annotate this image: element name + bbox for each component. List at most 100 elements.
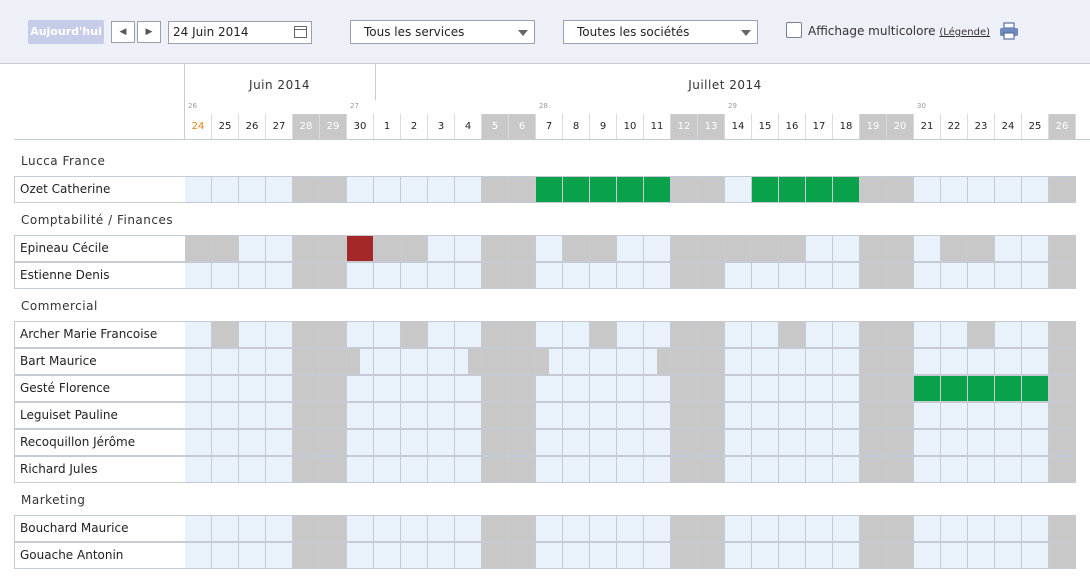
day-cell[interactable] <box>806 176 833 203</box>
day-cell[interactable] <box>509 348 536 375</box>
multicolor-checkbox[interactable] <box>786 22 802 38</box>
day-cell[interactable] <box>239 262 266 289</box>
day-cell[interactable] <box>617 176 644 203</box>
day-cell[interactable] <box>860 235 887 262</box>
day-cell[interactable] <box>293 235 320 262</box>
day-cell[interactable] <box>428 375 455 402</box>
day-cell[interactable] <box>563 429 590 456</box>
day-cell[interactable] <box>590 235 617 262</box>
day-cell[interactable] <box>617 321 644 348</box>
next-button[interactable]: ▶ <box>137 21 161 43</box>
day-cell[interactable] <box>698 402 725 429</box>
day-cell[interactable] <box>266 348 293 375</box>
day-cell[interactable] <box>671 176 698 203</box>
day-cell[interactable] <box>374 542 401 569</box>
day-cell[interactable] <box>482 176 509 203</box>
day-cell[interactable] <box>536 456 563 483</box>
day-cell[interactable] <box>779 262 806 289</box>
day-cell[interactable] <box>806 429 833 456</box>
day-cell[interactable] <box>698 542 725 569</box>
day-cell[interactable] <box>725 235 752 262</box>
day-cell[interactable] <box>806 515 833 542</box>
day-cell[interactable] <box>995 321 1022 348</box>
day-cell[interactable] <box>563 321 590 348</box>
day-cell[interactable] <box>212 542 239 569</box>
day-cell[interactable] <box>806 456 833 483</box>
day-cell[interactable] <box>185 429 212 456</box>
day-cell[interactable] <box>563 176 590 203</box>
day-cell[interactable] <box>914 262 941 289</box>
day-cell[interactable] <box>833 348 860 375</box>
day-cell[interactable] <box>185 348 212 375</box>
day-cell[interactable] <box>1049 348 1076 375</box>
day-cell[interactable] <box>428 262 455 289</box>
day-cell[interactable] <box>860 429 887 456</box>
day-cell[interactable] <box>239 235 266 262</box>
day-cell[interactable] <box>725 262 752 289</box>
previous-button[interactable]: ◀ <box>111 21 135 43</box>
day-cell[interactable] <box>401 402 428 429</box>
day-cell[interactable] <box>347 429 374 456</box>
day-cell[interactable] <box>590 456 617 483</box>
day-cell[interactable] <box>293 176 320 203</box>
day-cell[interactable] <box>698 429 725 456</box>
day-cell[interactable] <box>941 542 968 569</box>
day-cell[interactable] <box>833 515 860 542</box>
day-cell[interactable] <box>320 176 347 203</box>
day-cell[interactable] <box>374 375 401 402</box>
day-cell[interactable] <box>1049 515 1076 542</box>
day-cell[interactable] <box>968 429 995 456</box>
day-cell[interactable] <box>860 542 887 569</box>
employee-name[interactable]: Gesté Florence <box>14 375 185 402</box>
day-cell[interactable] <box>995 429 1022 456</box>
day-cell[interactable] <box>1022 542 1049 569</box>
day-cell[interactable] <box>428 542 455 569</box>
day-cell[interactable] <box>1022 515 1049 542</box>
day-cell[interactable] <box>833 456 860 483</box>
day-cell[interactable] <box>1022 348 1049 375</box>
day-cell[interactable] <box>887 429 914 456</box>
day-cell[interactable] <box>212 402 239 429</box>
day-cell[interactable] <box>320 348 347 375</box>
day-cell[interactable] <box>266 402 293 429</box>
day-cell[interactable] <box>320 515 347 542</box>
day-cell[interactable] <box>401 235 428 262</box>
day-cell[interactable] <box>401 348 428 375</box>
day-cell[interactable] <box>617 375 644 402</box>
day-cell[interactable] <box>833 235 860 262</box>
day-cell[interactable] <box>887 456 914 483</box>
day-cell[interactable] <box>401 321 428 348</box>
day-cell[interactable] <box>509 176 536 203</box>
day-cell[interactable] <box>860 176 887 203</box>
day-cell[interactable] <box>617 402 644 429</box>
day-cell[interactable] <box>293 348 320 375</box>
day-cell[interactable] <box>1022 176 1049 203</box>
day-cell[interactable] <box>779 542 806 569</box>
date-input[interactable]: 24 Juin 2014 <box>168 21 312 44</box>
day-cell[interactable] <box>995 348 1022 375</box>
day-cell[interactable] <box>806 542 833 569</box>
day-cell[interactable] <box>509 429 536 456</box>
day-cell[interactable] <box>509 262 536 289</box>
day-cell[interactable] <box>590 375 617 402</box>
day-cell[interactable] <box>617 262 644 289</box>
day-cell[interactable] <box>671 402 698 429</box>
day-cell[interactable] <box>671 515 698 542</box>
day-cell[interactable] <box>536 402 563 429</box>
day-cell[interactable] <box>752 515 779 542</box>
day-cell[interactable] <box>644 402 671 429</box>
day-cell[interactable] <box>482 515 509 542</box>
day-cell[interactable] <box>941 402 968 429</box>
day-cell[interactable] <box>374 348 401 375</box>
day-cell[interactable] <box>212 375 239 402</box>
day-cell[interactable] <box>941 348 968 375</box>
day-cell[interactable] <box>455 402 482 429</box>
day-cell[interactable] <box>239 456 266 483</box>
day-cell[interactable] <box>833 176 860 203</box>
day-cell[interactable] <box>374 515 401 542</box>
day-cell[interactable] <box>860 321 887 348</box>
day-cell[interactable] <box>914 456 941 483</box>
day-cell[interactable] <box>887 176 914 203</box>
day-cell[interactable] <box>455 235 482 262</box>
day-cell[interactable] <box>752 321 779 348</box>
